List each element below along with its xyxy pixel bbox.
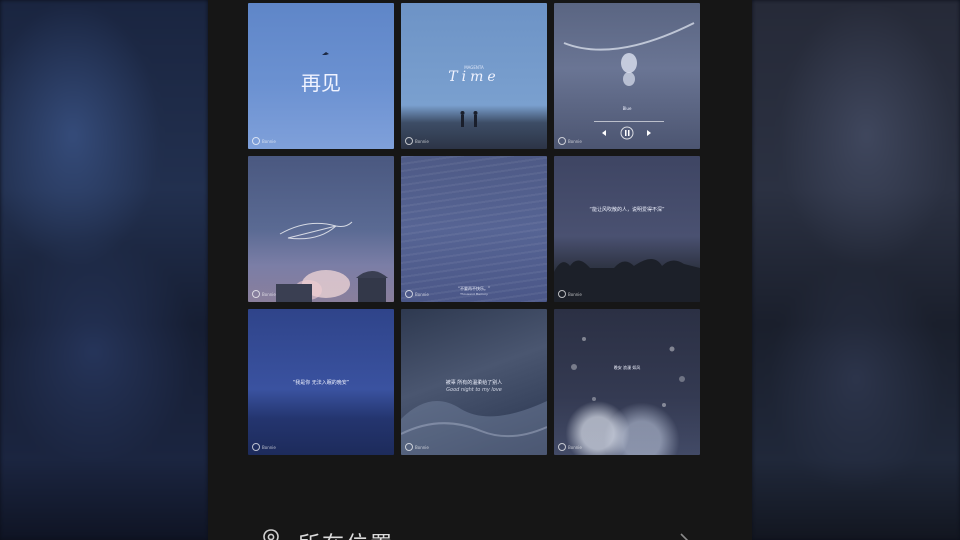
watermark: Bonnie bbox=[252, 137, 276, 145]
image-grid: 再见 Bonnie MAGENTA Time Bonnie Blue Bonni… bbox=[248, 3, 702, 457]
song-title: Blue bbox=[622, 106, 632, 111]
watermark: Bonnie bbox=[405, 290, 429, 298]
location-row[interactable]: 所在位置 bbox=[208, 506, 752, 540]
music-logo-icon bbox=[252, 137, 260, 145]
earphones-player-art bbox=[563, 22, 695, 140]
image-tile-8[interactable]: 被辜 所有的温柔给了别人 Good night to my love Bonni… bbox=[401, 309, 547, 455]
tile-caption: 被辜 所有的温柔给了别人 bbox=[445, 380, 503, 386]
screen: 再见 Bonnie MAGENTA Time Bonnie Blue Bonni… bbox=[0, 0, 960, 540]
blurred-background-left bbox=[0, 0, 208, 540]
whale-and-clouds-art bbox=[276, 221, 388, 302]
location-label: 所在位置 bbox=[298, 527, 394, 540]
image-tile-1[interactable]: 再见 Bonnie bbox=[248, 3, 394, 149]
bubbles-art bbox=[571, 337, 685, 407]
post-editor-panel: 再见 Bonnie MAGENTA Time Bonnie Blue Bonni… bbox=[208, 0, 752, 540]
watermark: Bonnie bbox=[558, 290, 582, 298]
two-people-silhouette bbox=[460, 111, 478, 127]
location-pin-icon bbox=[263, 529, 279, 540]
tile-caption: 晚安 浪漫 如风 bbox=[613, 365, 641, 370]
image-tile-5[interactable]: “不要再不快乐。” Thousand Memory Bonnie bbox=[401, 156, 547, 302]
image-tile-6[interactable]: “能让风吹散的人，说明爱得不深” Bonnie bbox=[554, 156, 700, 302]
watermark: Bonnie bbox=[252, 290, 276, 298]
blurred-background-right bbox=[752, 0, 960, 540]
tile-caption: “我是你 无法入眠的晚安” bbox=[292, 380, 350, 386]
music-logo-icon bbox=[558, 137, 566, 145]
watermark: Bonnie bbox=[405, 137, 429, 145]
music-logo-icon bbox=[558, 443, 566, 451]
watermark: Bonnie bbox=[252, 443, 276, 451]
watermark: Bonnie bbox=[405, 443, 429, 451]
watermark: Bonnie bbox=[558, 443, 582, 451]
music-logo-icon bbox=[252, 290, 260, 298]
image-tile-2[interactable]: MAGENTA Time Bonnie bbox=[401, 3, 547, 149]
image-tile-4[interactable]: Bonnie bbox=[248, 156, 394, 302]
image-tile-9[interactable]: 晚安 浪漫 如风 Bonnie bbox=[554, 309, 700, 455]
image-tile-3[interactable]: Blue Bonnie bbox=[554, 3, 700, 149]
music-logo-icon bbox=[405, 290, 413, 298]
tile-caption: 再见 bbox=[301, 71, 341, 95]
treeline-silhouette bbox=[554, 259, 700, 302]
music-logo-icon bbox=[252, 443, 260, 451]
chevron-right-icon bbox=[680, 533, 689, 540]
image-tile-7[interactable]: “我是你 无法入眠的晚安” Bonnie bbox=[248, 309, 394, 455]
tile-subcaption: Good night to my love bbox=[446, 387, 502, 393]
music-logo-icon bbox=[405, 443, 413, 451]
music-logo-icon bbox=[405, 137, 413, 145]
watermark: Bonnie bbox=[558, 137, 582, 145]
music-logo-icon bbox=[558, 290, 566, 298]
